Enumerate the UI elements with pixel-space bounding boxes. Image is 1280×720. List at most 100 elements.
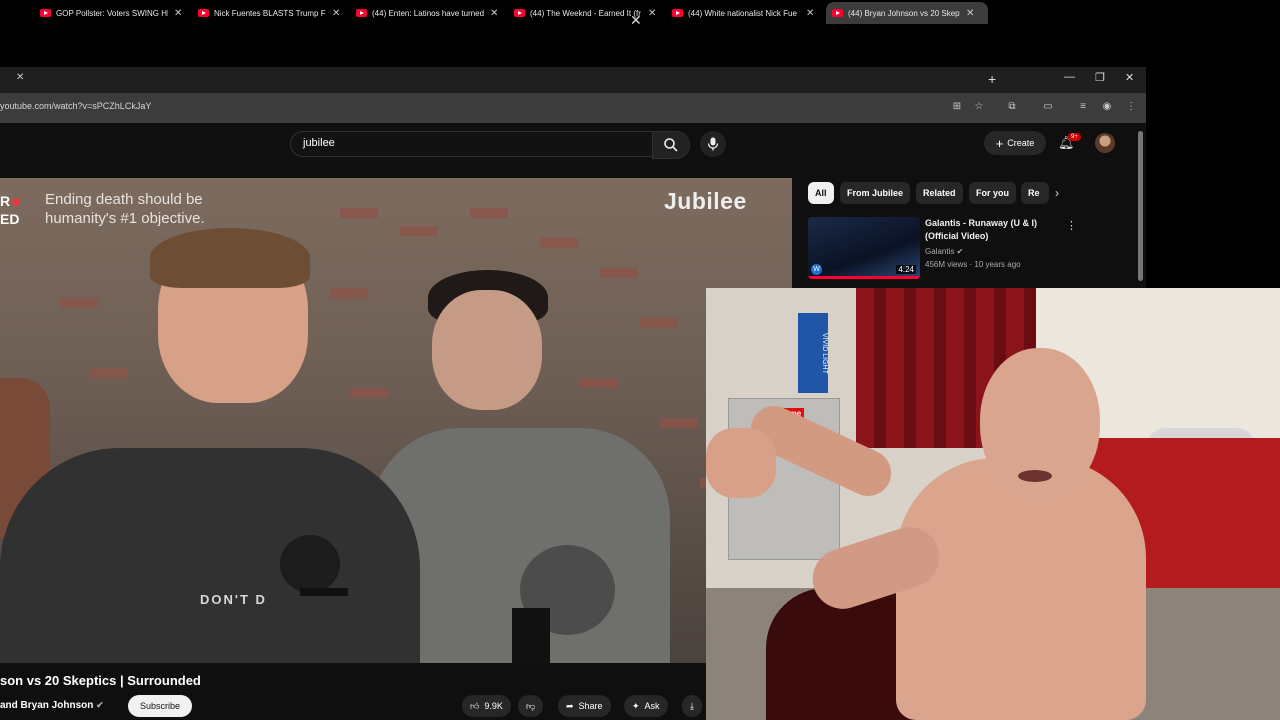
brick bbox=[340, 208, 378, 218]
notification-badge: 9+ bbox=[1068, 133, 1081, 141]
bookmark-star-icon[interactable]: ☆ bbox=[973, 101, 985, 113]
webcam-overlay: VIVID LIGHT Supreme bbox=[706, 288, 1280, 720]
media-control-icon[interactable]: ≡ bbox=[1077, 101, 1089, 113]
avatar[interactable] bbox=[1095, 133, 1115, 153]
sparkle-icon: ✦ bbox=[632, 700, 640, 711]
plus-icon: + bbox=[995, 135, 1004, 151]
thumbs-up-icon: 👍︎ bbox=[470, 700, 480, 711]
voice-search-button[interactable] bbox=[700, 131, 726, 157]
streamer-hand-left bbox=[706, 428, 776, 498]
url-text[interactable]: youtube.com/watch?v=sPCZhLCkJaY bbox=[0, 101, 151, 111]
tab-title: (44) Bryan Johnson vs 20 Skept bbox=[848, 8, 960, 18]
youtube-favicon-icon bbox=[672, 9, 683, 17]
watch-progress-bar bbox=[808, 276, 920, 279]
mic-flag-1 bbox=[300, 588, 348, 596]
search-box[interactable]: jubilee bbox=[290, 131, 654, 157]
recommendation-title[interactable]: Galantis - Runaway (U & I) (Official Vid… bbox=[925, 217, 1060, 243]
overlay-tagline: Ending death should be humanity's #1 obj… bbox=[45, 190, 205, 228]
minimize-icon[interactable]: — bbox=[1064, 71, 1075, 83]
chip-related[interactable]: Related bbox=[916, 182, 963, 204]
clear-search-icon[interactable]: ✕ bbox=[630, 12, 642, 29]
scrollbar[interactable] bbox=[1138, 131, 1143, 281]
brick bbox=[350, 388, 388, 398]
ask-label: Ask bbox=[644, 701, 660, 711]
person-right-head bbox=[432, 290, 542, 410]
chip-all[interactable]: All bbox=[808, 182, 834, 204]
profile-icon[interactable]: ◉ bbox=[1101, 101, 1113, 113]
tagline-line-2: humanity's #1 objective. bbox=[45, 210, 205, 227]
brick bbox=[60, 298, 98, 308]
logo-line-2: ED bbox=[0, 211, 20, 227]
person-main-body bbox=[0, 448, 420, 663]
brick bbox=[660, 418, 698, 428]
logo-line-1: R bbox=[0, 193, 11, 209]
video-duration: 4:24 bbox=[896, 265, 916, 274]
tab-title: (44) Enten: Latinos have turned bbox=[372, 8, 484, 18]
mic-flag-2 bbox=[512, 608, 550, 663]
brick bbox=[90, 368, 128, 378]
verified-icon: ✔ bbox=[96, 700, 104, 710]
search-input[interactable]: jubilee bbox=[303, 137, 335, 149]
like-button[interactable]: 👍︎ 9.9K bbox=[462, 695, 511, 717]
video-player[interactable]: DON'T D R ED Ending death should be huma… bbox=[0, 178, 792, 663]
install-app-icon[interactable]: ⊞ bbox=[951, 101, 963, 113]
chip-partial[interactable]: Re bbox=[1021, 182, 1049, 204]
subscribe-button[interactable]: Subscribe bbox=[128, 695, 192, 717]
browser-tab[interactable]: GOP Pollster: Voters SWING HE ✕ bbox=[40, 2, 182, 24]
dislike-button[interactable]: 👎︎ bbox=[518, 695, 544, 717]
create-label: Create bbox=[1007, 138, 1035, 148]
brick bbox=[580, 378, 618, 388]
window-close-icon[interactable]: ✕ bbox=[1125, 71, 1134, 84]
brick bbox=[400, 226, 438, 236]
browser-tab[interactable]: (44) The Weeknd - Earned It (fr ✕ bbox=[514, 2, 656, 24]
youtube-favicon-icon bbox=[832, 9, 843, 17]
tab-close-icon[interactable]: ✕ bbox=[966, 8, 982, 19]
chip-for-you[interactable]: For you bbox=[969, 182, 1016, 204]
ask-button[interactable]: ✦ Ask bbox=[624, 695, 668, 717]
thumbs-down-icon: 👎︎ bbox=[526, 700, 536, 711]
extensions-icon[interactable]: ⧉ bbox=[1006, 101, 1018, 113]
brick bbox=[330, 288, 368, 298]
download-button[interactable]: ⤓ bbox=[682, 695, 702, 717]
search-button[interactable] bbox=[652, 131, 690, 159]
channel-text: and Bryan Johnson bbox=[0, 700, 94, 711]
shirt-text: DON'T D bbox=[200, 592, 267, 607]
person-main-hair bbox=[150, 228, 310, 288]
tab-title: (44) White nationalist Nick Fue bbox=[688, 8, 797, 18]
product-box: VIVID LIGHT bbox=[798, 313, 828, 393]
youtube-favicon-icon bbox=[514, 9, 525, 17]
channel-name[interactable]: and Bryan Johnson ✔ bbox=[0, 700, 104, 711]
browser-tab[interactable]: (44) Enten: Latinos have turned ✕ bbox=[356, 2, 498, 24]
streamer-body bbox=[896, 458, 1146, 720]
more-actions-icon[interactable]: ⋮ bbox=[1066, 219, 1077, 232]
warner-logo-icon: W bbox=[811, 264, 822, 275]
create-button[interactable]: + Create bbox=[984, 131, 1046, 155]
restore-icon[interactable]: ❐ bbox=[1095, 71, 1105, 84]
youtube-favicon-icon bbox=[356, 9, 367, 17]
streamer-mouth bbox=[1018, 470, 1052, 482]
brick bbox=[640, 318, 678, 328]
address-bar[interactable]: youtube.com/watch?v=sPCZhLCkJaY ⊞ ☆ ⧉ ▭ … bbox=[0, 93, 1146, 123]
close-icon[interactable]: ✕ bbox=[16, 72, 24, 83]
chevron-right-icon[interactable]: › bbox=[1055, 186, 1059, 200]
browser-tab-active[interactable]: (44) Bryan Johnson vs 20 Skept ✕ bbox=[826, 2, 988, 24]
share-icon: ➦ bbox=[566, 700, 574, 711]
browser-tab[interactable]: Nick Fuentes BLASTS Trump Fo ✕ bbox=[198, 2, 340, 24]
verified-icon: ✔ bbox=[956, 247, 964, 256]
new-tab-icon[interactable]: + bbox=[988, 71, 996, 87]
logo-dot bbox=[12, 198, 21, 206]
microphone-1 bbox=[280, 535, 340, 593]
share-button[interactable]: ➦ Share bbox=[558, 695, 611, 717]
menu-kebab-icon[interactable]: ⋮ bbox=[1125, 101, 1137, 113]
tagline-line-1: Ending death should be bbox=[45, 191, 203, 208]
video-title: son vs 20 Skeptics | Surrounded bbox=[0, 673, 201, 688]
browser-tab[interactable]: (44) White nationalist Nick Fue ✕ bbox=[672, 2, 814, 24]
recommendation-thumbnail[interactable]: W 4:24 bbox=[808, 217, 920, 279]
recommendation-channel[interactable]: Galantis ✔ bbox=[925, 247, 963, 256]
youtube-favicon-icon bbox=[40, 9, 51, 17]
recommendation-meta: 456M views · 10 years ago bbox=[925, 260, 1021, 269]
microphone-icon bbox=[707, 137, 719, 151]
chip-from-jubilee[interactable]: From Jubilee bbox=[840, 182, 911, 204]
sidebar-icon[interactable]: ▭ bbox=[1042, 101, 1054, 113]
like-count: 9.9K bbox=[484, 701, 503, 711]
